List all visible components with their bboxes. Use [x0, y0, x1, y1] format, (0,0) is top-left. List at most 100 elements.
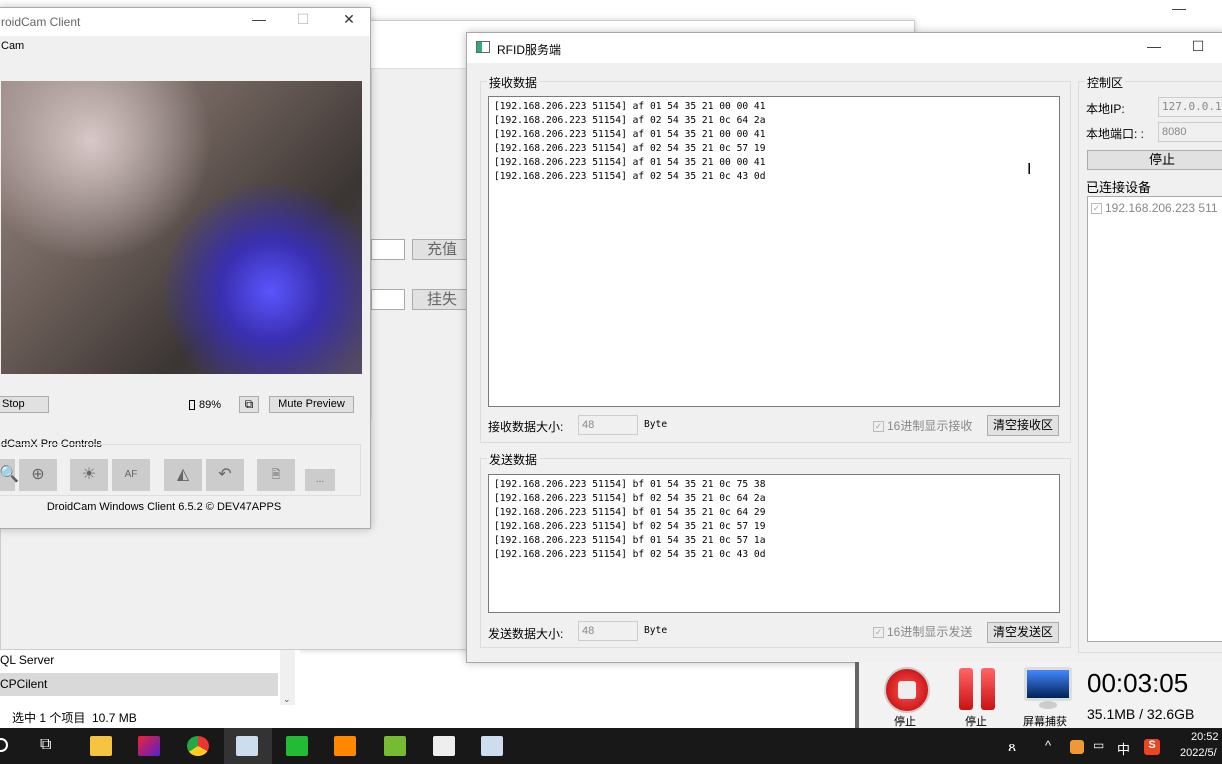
qc-icon[interactable]: [286, 736, 308, 756]
clock-time[interactable]: 20:52: [1191, 731, 1219, 743]
data-line: [192.168.206.223 51154] bf 02 54 35 21 0…: [494, 549, 766, 560]
pause-icon: [959, 668, 973, 710]
stop-label: Stop: [2, 398, 25, 410]
data-line: [192.168.206.223 51154] bf 02 54 35 21 0…: [494, 521, 766, 532]
report-loss-input[interactable]: [371, 289, 405, 310]
search-icon[interactable]: [0, 738, 8, 752]
autofocus-button[interactable]: AF: [112, 459, 150, 491]
stop-button[interactable]: 停止: [1087, 150, 1222, 170]
ip-field[interactable]: 127.0.0.1: [1158, 97, 1222, 117]
check-icon: ✓: [873, 627, 884, 639]
port-field[interactable]: 8080: [1158, 122, 1222, 142]
zoom-in-button[interactable]: ⊕: [19, 459, 57, 491]
receive-group-label: 接收数据: [487, 74, 540, 91]
list-item-selected[interactable]: CPCilent: [0, 673, 278, 696]
pause-button[interactable]: [959, 668, 999, 710]
data-line: [192.168.206.223 51154] bf 01 54 35 21 0…: [494, 479, 766, 490]
menu-cam[interactable]: Cam: [1, 40, 24, 52]
send-size-field[interactable]: 48: [578, 621, 638, 641]
screen-recorder-toolbar: 停止 停止 屏幕捕获 00:03:05 35.1MB / 32.6GB: [855, 662, 1222, 728]
mute-preview-button[interactable]: Mute Preview: [269, 396, 354, 413]
receive-size-field[interactable]: 48: [578, 415, 638, 435]
stop-button[interactable]: Stop: [0, 396, 49, 413]
data-line: [192.168.206.223 51154] af 02 54 35 21 0…: [494, 143, 766, 154]
tray-app-icon[interactable]: [1070, 740, 1084, 754]
maximize-button[interactable]: ☐: [1183, 38, 1213, 55]
droidcam-window: roidCam Client — ☐ ✕ Cam Stop 89% ⧉ Mute…: [0, 7, 371, 529]
taskbar: ⧉: [0, 728, 1222, 764]
record-size: 35.1MB / 32.6GB: [1087, 706, 1195, 722]
check-icon: ✓: [1091, 203, 1102, 215]
devices-label: 已连接设备: [1086, 180, 1152, 195]
list-item[interactable]: QL Server: [0, 653, 54, 667]
footer-text: DroidCam Windows Client 6.5.2 © DEV47APP…: [46, 501, 282, 513]
rotate-button[interactable]: ↶: [206, 459, 244, 491]
minimize-button[interactable]: —: [244, 11, 274, 27]
clear-receive-button[interactable]: 清空接收区: [987, 415, 1059, 436]
ip-label: 本地IP:: [1086, 102, 1125, 116]
devices-list[interactable]: ✓ 192.168.206.223 511: [1087, 196, 1222, 642]
file-explorer-icon[interactable]: [90, 736, 112, 756]
recharge-input[interactable]: [371, 239, 405, 260]
android-icon[interactable]: [384, 736, 406, 756]
clock-date[interactable]: 2022/5/: [1180, 747, 1217, 759]
explorer-pane: QL Server CPCilent ⌄ 选中 1 个项目 10.7 MB: [0, 650, 300, 728]
sogou-icon[interactable]: S: [1144, 739, 1160, 755]
close-button[interactable]: ✕: [334, 11, 364, 28]
app-icon: [476, 41, 490, 53]
ime-indicator[interactable]: 中: [1117, 739, 1130, 758]
app-icon[interactable]: [138, 736, 160, 756]
rfid-app-icon[interactable]: [236, 736, 258, 756]
pdf-icon[interactable]: [334, 736, 356, 756]
receive-textarea[interactable]: [192.168.206.223 51154] af 01 54 35 21 0…: [488, 96, 1060, 407]
monitor-icon: [1039, 701, 1057, 709]
data-line: [192.168.206.223 51154] af 01 54 35 21 0…: [494, 157, 766, 168]
stop-label: 停止: [894, 716, 916, 728]
minimize-button[interactable]: —: [1139, 38, 1169, 54]
receive-size-label: 接收数据大小:: [488, 420, 564, 434]
scrollbar[interactable]: ⌄: [280, 650, 295, 705]
send-hex-checkbox[interactable]: ✓ 16进制显示发送: [873, 623, 972, 640]
stop-icon: [898, 681, 916, 699]
more-button[interactable]: ...: [305, 469, 335, 491]
zoom-out-button[interactable]: 🔍: [0, 459, 19, 491]
task-view-icon[interactable]: ⧉: [40, 736, 51, 754]
send-group-label: 发送数据: [487, 451, 540, 468]
jpg-snapshot-button[interactable]: 🗎: [257, 459, 295, 491]
window-title: roidCam Client: [1, 15, 81, 29]
recharge-button[interactable]: 充值: [412, 239, 472, 260]
report-loss-button[interactable]: 挂失: [412, 289, 472, 310]
record-timer: 00:03:05: [1087, 668, 1189, 698]
window-title: RFID服务端: [497, 43, 561, 57]
minimize-icon[interactable]: —: [1172, 0, 1186, 16]
chrome-icon[interactable]: [187, 736, 209, 756]
battery-icon[interactable]: ▭: [1093, 738, 1104, 752]
maximize-button[interactable]: ☐: [288, 11, 318, 28]
chevron-up-icon[interactable]: ^: [1045, 738, 1051, 753]
screen-capture-button[interactable]: [1024, 667, 1072, 701]
send-textarea[interactable]: [192.168.206.223 51154] bf 01 54 35 21 0…: [488, 474, 1060, 613]
data-line: [192.168.206.223 51154] af 01 54 35 21 0…: [494, 129, 766, 140]
receive-hex-checkbox[interactable]: ✓ 16进制显示接收: [873, 417, 972, 434]
pause-label: 停止: [965, 716, 987, 728]
device-item[interactable]: ✓ 192.168.206.223 511: [1091, 201, 1218, 215]
app-icon[interactable]: [433, 736, 455, 756]
send-unit: Byte: [644, 625, 668, 636]
check-icon: ✓: [873, 421, 884, 433]
receive-hex-label: 16进制显示接收: [887, 419, 973, 433]
data-line: [192.168.206.223 51154] bf 01 54 35 21 0…: [494, 535, 766, 546]
stop-record-button[interactable]: [884, 667, 930, 713]
rfid-app-icon[interactable]: [481, 736, 503, 756]
list-item-label: CPCilent: [0, 677, 48, 691]
receive-unit: Byte: [644, 419, 668, 430]
video-preview: [1, 81, 362, 374]
popout-button[interactable]: ⧉: [239, 396, 259, 413]
text-cursor-icon: I: [1027, 161, 1032, 178]
people-icon[interactable]: ጸ: [1008, 738, 1016, 755]
data-line: [192.168.206.223 51154] af 02 54 35 21 0…: [494, 115, 766, 126]
rfid-window: RFID服务端 — ☐ 接收数据 [192.168.206.223 51154]…: [466, 32, 1222, 663]
battery-icon: [189, 400, 195, 410]
clear-send-button[interactable]: 清空发送区: [987, 622, 1059, 643]
mirror-button[interactable]: ◭: [164, 459, 202, 491]
light-button[interactable]: ☀: [70, 459, 108, 491]
